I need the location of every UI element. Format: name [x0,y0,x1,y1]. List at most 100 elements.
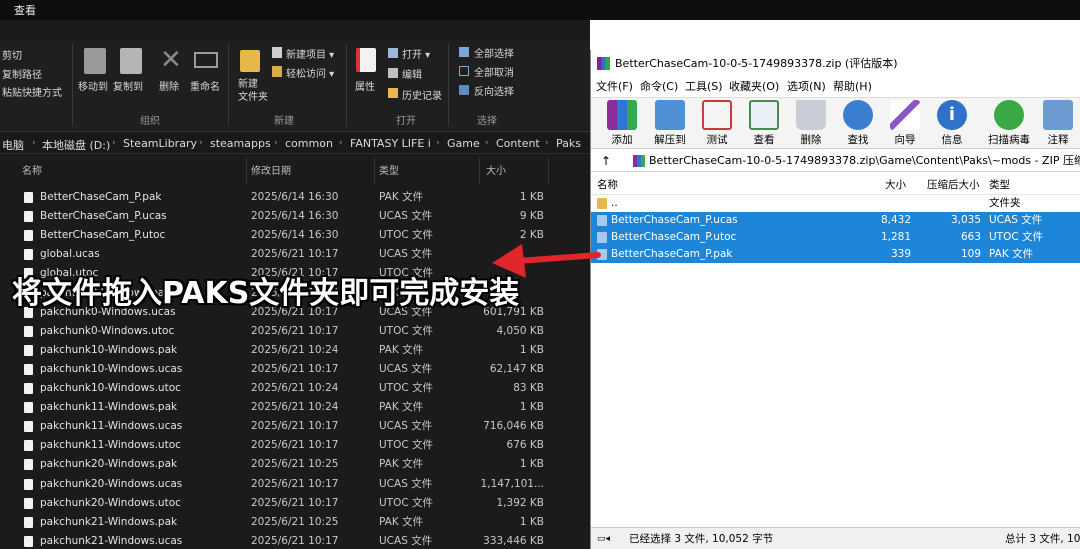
col-packed[interactable]: 压缩后大小 [927,175,980,195]
column-header-size[interactable]: 大小 [486,160,506,184]
open-button[interactable]: 打开 ▾ [402,46,430,61]
extract-to-button[interactable]: 解压到 [648,100,692,148]
file-row[interactable]: pakchunk20-Windows.ucas 2025/6/21 10:17 UC… [0,475,590,494]
file-row[interactable]: pakchunk0-Windows.utoc 2025/6/21 10:17 UTO… [0,322,590,341]
view-button[interactable]: 查看 [742,100,786,148]
file-name: pakchunk21-Windows.pak [40,515,178,528]
breadcrumb-item[interactable]: Paks [556,137,581,150]
file-row[interactable]: pakchunk11-Windows.utoc 2025/6/21 10:17 UT… [0,436,590,455]
move-to-button[interactable]: 移动到 [78,78,108,93]
file-row[interactable]: BetterChaseCam_P.ucas 2025/6/14 16:30 UCAS… [0,207,590,226]
easy-access-button[interactable]: 轻松访问 ▾ [286,65,334,80]
file-name: pakchunk20-Windows.ucas [40,477,183,490]
file-row[interactable]: pakchunk21-Windows.ucas 2025/6/21 10:17 UC… [0,532,590,549]
breadcrumb-item[interactable]: Game [447,137,480,150]
trash-icon [796,100,826,130]
breadcrumb-item[interactable]: 本地磁盘 (D:) [42,137,110,153]
file-type: PAK 文件 [379,343,424,356]
invert-selection-button[interactable]: 反向选择 [474,83,514,98]
breadcrumb-item[interactable]: FANTASY LIFE i [350,137,431,150]
archive-file-size: 8,432 [880,214,911,226]
archive-parent-row[interactable]: .. 文件夹 [591,195,1080,212]
file-row[interactable]: pakchunk21-Windows.pak 2025/6/21 10:25 PAK… [0,513,590,532]
find-button[interactable]: 查找 [836,100,880,148]
edit-button[interactable]: 编辑 [402,66,422,81]
file-date: 2025/6/21 10:25 [251,515,339,528]
scan-virus-button[interactable]: 扫描病毒 [983,100,1035,148]
select-none-icon [459,66,469,76]
file-type: UCAS 文件 [379,248,433,261]
breadcrumb-item[interactable]: SteamLibrary [123,137,197,150]
add-button[interactable]: 添加 [600,100,644,148]
info-label: 信息 [941,134,963,146]
col-type[interactable]: 类型 [989,175,1010,195]
test-label: 测试 [706,134,728,146]
history-button[interactable]: 历史记录 [402,87,442,102]
select-none-button[interactable]: 全部取消 [474,64,514,79]
cut-button[interactable]: 剪切 [2,47,22,62]
new-folder-button[interactable]: 新建 文件夹 [238,78,268,104]
comment-button[interactable]: 注释 [1036,100,1080,148]
file-date: 2025/6/21 10:17 [251,534,339,547]
archive-file-row[interactable]: BetterChaseCam_P.ucas 8,432 3,035 UCAS 文件 [591,212,1080,229]
breadcrumb-item[interactable]: common [285,137,333,150]
column-header-name[interactable]: 名称 [22,160,42,184]
file-icon [24,478,33,490]
file-date: 2025/6/21 10:24 [251,401,339,414]
breadcrumb-item[interactable]: Content [496,137,540,150]
file-row[interactable]: pakchunk20-Windows.pak 2025/6/21 10:25 PAK… [0,455,590,474]
archive-path-bar[interactable]: ↑ BetterChaseCam-10-0-5-1749893378.zip\G… [591,150,1080,172]
file-row[interactable]: BetterChaseCam_P.utoc 2025/6/14 16:30 UTOC… [0,226,590,245]
new-folder-icon [240,50,260,72]
up-arrow-icon[interactable]: ↑ [601,150,611,171]
copy-path-button[interactable]: 复制路径 [2,66,42,81]
delete-button[interactable]: 删除 [159,78,179,93]
file-icon [24,535,33,547]
parent-name: .. [611,197,618,209]
breadcrumb-item[interactable]: 电脑 [2,137,24,153]
new-item-button[interactable]: 新建项目 ▾ [286,46,334,61]
col-size[interactable]: 大小 [885,175,906,195]
file-row[interactable]: pakchunk20-Windows.utoc 2025/6/21 10:17 UT… [0,494,590,513]
wizard-button[interactable]: 向导 [883,100,927,148]
test-button[interactable]: 测试 [695,100,739,148]
file-row[interactable]: BetterChaseCam_P.pak 2025/6/14 16:30 PAK 文… [0,188,590,207]
file-row[interactable]: global.ucas 2025/6/21 10:17 UCAS 文件 [0,245,590,264]
file-row[interactable]: pakchunk11-Windows.pak 2025/6/21 10:24 PAK… [0,398,590,417]
delete-x-icon: ✕ [160,45,182,75]
info-button[interactable]: i 信息 [930,100,974,148]
copy-to-button[interactable]: 复制到 [113,78,143,93]
properties-button[interactable]: 属性 [355,78,375,93]
menu-commands[interactable]: 命令(C) [640,77,678,97]
archive-file-row[interactable]: BetterChaseCam_P.utoc 1,281 663 UTOC 文件 [591,229,1080,246]
file-row[interactable]: pakchunk10-Windows.pak 2025/6/21 10:24 PAK… [0,341,590,360]
menu-tools[interactable]: 工具(S) [685,77,723,97]
breadcrumb-item[interactable]: steamapps [210,137,271,150]
file-row[interactable]: pakchunk10-Windows.utoc 2025/6/21 10:24 UT… [0,379,590,398]
copy-to-icon [120,48,142,74]
archive-file-type: PAK 文件 [989,248,1034,260]
column-header-date[interactable]: 修改日期 [251,160,291,184]
menu-file[interactable]: 文件(F) [596,77,633,97]
history-icon [388,88,398,98]
col-name[interactable]: 名称 [597,175,618,195]
file-type: UCAS 文件 [379,534,433,547]
menu-favorites[interactable]: 收藏夹(O) [729,77,779,97]
file-row[interactable]: pakchunk10-Windows.ucas 2025/6/21 10:17 UC… [0,360,590,379]
select-all-button[interactable]: 全部选择 [474,45,514,60]
archive-file-row[interactable]: BetterChaseCam_P.pak 339 109 PAK 文件 [591,246,1080,263]
file-row[interactable]: pakchunk11-Windows.ucas 2025/6/21 10:17 UC… [0,417,590,436]
column-header-type[interactable]: 类型 [379,160,399,184]
address-bar[interactable]: 电脑 › 本地磁盘 (D:) › SteamLibrary › steamapp… [0,134,590,154]
menu-options[interactable]: 选项(N) [787,77,826,97]
rename-button[interactable]: 重命名 [190,78,220,93]
file-icon [24,402,33,414]
extract-to-label: 解压到 [654,134,686,146]
paste-shortcut-button[interactable]: 粘贴快捷方式 [2,84,62,99]
file-size: 83 KB [513,382,544,394]
file-name: pakchunk20-Windows.pak [40,458,178,471]
menu-view[interactable]: 查看 [14,2,36,18]
file-date: 2025/6/21 10:24 [251,382,339,394]
delete-archive-button[interactable]: 删除 [789,100,833,148]
menu-help[interactable]: 帮助(H) [833,77,872,97]
